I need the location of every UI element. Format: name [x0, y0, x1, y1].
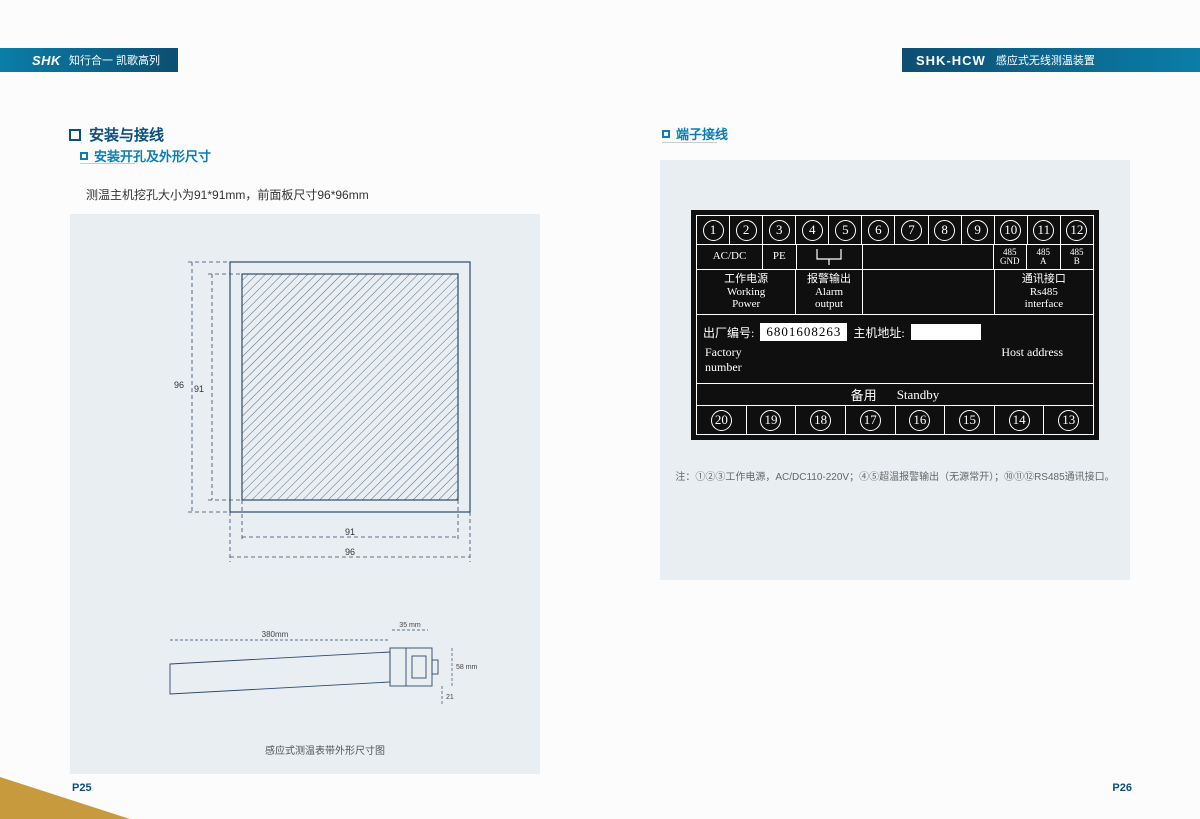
lbl-power: 工作电源 Working Power [697, 270, 796, 314]
host-address-box [911, 324, 981, 340]
pin-16: 16 [896, 406, 946, 434]
product-code: SHK-HCW [916, 53, 986, 68]
factory-row: 出厂编号: 6801608263 主机地址: Factory Host addr… [696, 315, 1094, 384]
sig-alarm-bridge [797, 245, 863, 269]
divider [662, 142, 717, 143]
dim-91-h: 91 [345, 527, 355, 537]
section-title-main-text: 安装与接线 [89, 124, 164, 145]
label-row: 工作电源 Working Power 报警输出 Alarm output 通讯接… [696, 270, 1094, 315]
right-section-title: 端子接线 [662, 124, 728, 143]
pin-12: 12 [1061, 216, 1093, 244]
square-bullet-small-icon [662, 130, 670, 138]
pin-19: 19 [747, 406, 797, 434]
sig-pe: PE [763, 245, 797, 269]
sig-spare [863, 245, 994, 269]
brand-slogan: 知行合一 凯歌高列 [69, 52, 160, 68]
left-diagram-panel: 96 91 91 96 380mm 35 mm [70, 214, 540, 774]
lbl-alarm: 报警输出 Alarm output [796, 270, 863, 314]
brand-logo-text: SHK [32, 53, 61, 68]
factory-number: 6801608263 [760, 323, 847, 341]
terminal-plate: 123456789101112 AC/DC PE 485 GND 485 A 4… [691, 210, 1099, 440]
pin-3: 3 [763, 216, 796, 244]
lbl-comm: 通讯接口 Rs485 interface [995, 270, 1093, 314]
pin-6: 6 [862, 216, 895, 244]
dim-91-v: 91 [194, 384, 204, 394]
page-number-right: P26 [1112, 782, 1132, 794]
square-bullet-small-icon [80, 152, 88, 160]
dim-strap-w: 35 mm [399, 622, 421, 629]
terminal-row-bottom: 2019181716151413 [696, 406, 1094, 435]
product-name: 感应式无线测温装置 [996, 52, 1095, 68]
body-text: 测温主机挖孔大小为91*91mm，前面板尺寸96*96mm [86, 186, 369, 203]
dim-96-h: 96 [345, 547, 355, 557]
host-label-cn: 主机地址: [853, 324, 904, 341]
sig-acdc: AC/DC [697, 245, 763, 269]
factory-en: Factory [705, 345, 742, 360]
terminal-row-top: 123456789101112 [696, 215, 1094, 245]
pin-4: 4 [796, 216, 829, 244]
pin-2: 2 [730, 216, 763, 244]
pin-8: 8 [929, 216, 962, 244]
pin-15: 15 [945, 406, 995, 434]
right-section-title-text: 端子接线 [676, 124, 728, 143]
pin-7: 7 [895, 216, 928, 244]
pin-11: 11 [1028, 216, 1061, 244]
pin-10: 10 [995, 216, 1028, 244]
section-title-main: 安装与接线 [69, 124, 164, 145]
pin-5: 5 [829, 216, 862, 244]
pin-17: 17 [846, 406, 896, 434]
dim-96-v: 96 [174, 380, 184, 390]
pin-1: 1 [697, 216, 730, 244]
panel-cutout-diagram: 96 91 91 96 [160, 252, 490, 602]
header-right: SHK-HCW 感应式无线测温装置 [902, 48, 1200, 72]
dim-strap-h1: 58 mm [456, 664, 478, 671]
factory-label-cn: 出厂编号: [703, 324, 754, 341]
pin-20: 20 [697, 406, 747, 434]
dim-strap-h2: 21 [446, 694, 454, 701]
sig-b: 485 B [1061, 245, 1094, 269]
divider [80, 163, 135, 164]
corner-wedge-decoration [0, 777, 130, 819]
terminal-footnote: 注：①②③工作电源，AC/DC110-220V；④⑤超温报警输出（无源常开）；⑩… [660, 468, 1130, 483]
right-panel: 123456789101112 AC/DC PE 485 GND 485 A 4… [660, 160, 1130, 580]
host-en: Host address [1001, 345, 1063, 360]
pin-18: 18 [796, 406, 846, 434]
pin-13: 13 [1044, 406, 1093, 434]
square-bullet-icon [69, 129, 81, 141]
header-left: SHK 知行合一 凯歌高列 [0, 48, 178, 72]
signal-row: AC/DC PE 485 GND 485 A 485 B [696, 245, 1094, 270]
number-en: number [705, 360, 1087, 375]
pin-9: 9 [962, 216, 995, 244]
standby-row: 备用 Standby [696, 384, 1094, 406]
sig-a: 485 A [1027, 245, 1061, 269]
strap-caption: 感应式测温表带外形尺寸图 [160, 742, 490, 757]
pin-14: 14 [995, 406, 1045, 434]
sig-gnd: 485 GND [994, 245, 1028, 269]
lbl-spare [863, 270, 995, 314]
strap-diagram: 380mm 35 mm 58 mm 21 [160, 612, 490, 722]
dim-strap-len: 380mm [262, 630, 289, 639]
